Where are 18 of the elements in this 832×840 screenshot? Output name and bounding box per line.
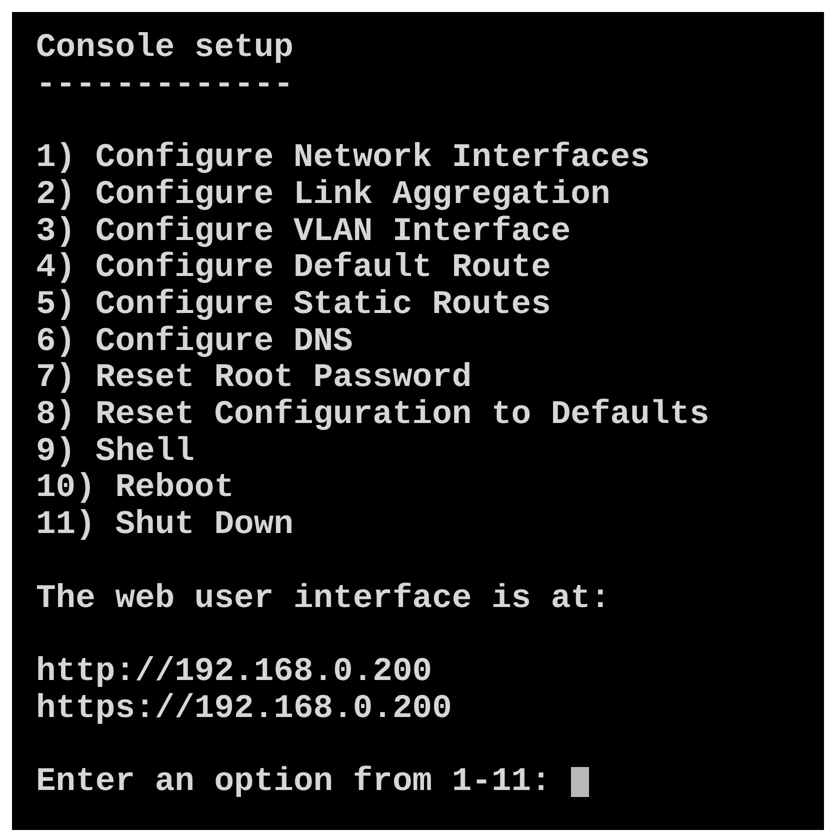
prompt-text: Enter an option from 1-11: (36, 764, 551, 801)
menu-option: 10) Reboot (36, 470, 234, 508)
url-text: http://192.168.0.200 (36, 654, 432, 691)
menu-option: 2) Configure Link Aggregation (36, 176, 610, 214)
menu-option: 3) Configure VLAN Interface (36, 214, 571, 250)
info-text: The web user interface is at: (36, 580, 610, 618)
url-text: https://192.168.0.200 (36, 690, 452, 728)
menu-option: 11) Shut Down (36, 507, 294, 544)
title-underline: ------------- (36, 66, 294, 104)
cursor-block (570, 767, 589, 798)
menu-option: 4) Configure Default Route (36, 250, 551, 287)
menu-option: 1) Configure Network Interfaces (36, 140, 650, 177)
menu-option: 7) Reset Root Password (36, 360, 472, 398)
menu-option: 8) Reset Configuration to Defaults (36, 397, 710, 434)
menu-option: 5) Configure Static Routes (36, 286, 551, 324)
menu-option: 9) Shell (36, 434, 194, 470)
menu-option: 6) Configure DNS (36, 324, 353, 360)
console-title: Console setup (36, 30, 294, 67)
